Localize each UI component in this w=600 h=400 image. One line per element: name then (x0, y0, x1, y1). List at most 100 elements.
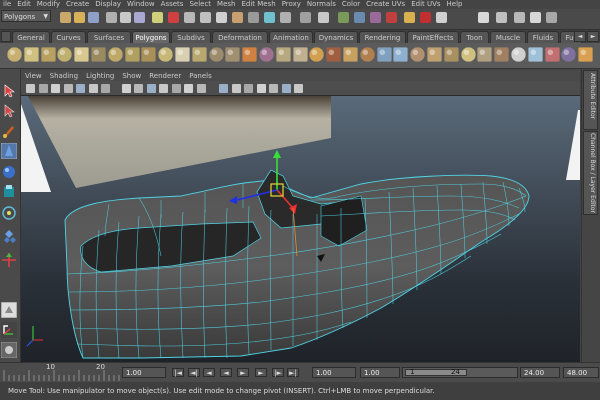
toggle-outliner-icon[interactable] (546, 12, 557, 23)
shelf-tab-rendering[interactable]: Rendering (359, 31, 406, 43)
menu-edit-uvs[interactable]: Edit UVs (408, 0, 443, 9)
split-polygon-icon[interactable] (360, 47, 375, 62)
channel-box-layer-editor-tab[interactable]: Channel Box / Layer Editor (583, 131, 598, 215)
persp-outliner-layout-icon[interactable] (1, 342, 17, 358)
shelf-tab-curves[interactable]: Curves (51, 31, 86, 43)
menu-color[interactable]: Color (339, 0, 363, 9)
shadows-icon[interactable] (244, 84, 253, 93)
menu-create[interactable]: Create (63, 0, 92, 9)
poly-soccer-ball-icon[interactable] (175, 47, 190, 62)
shelf-tab-painteffects[interactable]: PaintEffects (407, 31, 459, 43)
hypershade-icon[interactable] (404, 12, 415, 23)
menu-display[interactable]: Display (92, 0, 124, 9)
mask-icon[interactable] (152, 12, 163, 23)
open-scene-icon[interactable] (74, 12, 85, 23)
menu-window[interactable]: Window (124, 0, 158, 9)
menu-edit[interactable]: Edit (14, 0, 34, 9)
delete-edge-icon[interactable] (494, 47, 509, 62)
construction-history-icon[interactable] (318, 12, 329, 23)
average-vertices-icon[interactable] (292, 47, 308, 62)
textured-icon[interactable] (219, 84, 228, 93)
smooth-icon[interactable] (276, 47, 291, 62)
lock-selection-icon[interactable] (184, 12, 195, 23)
reference-image-plane[interactable] (28, 96, 331, 188)
select-hierarchy-icon[interactable] (106, 12, 117, 23)
four-view-layout-icon[interactable] (1, 322, 17, 338)
toggle-attribute-editor-icon[interactable] (478, 12, 489, 23)
panel-menu-shading[interactable]: Shading (46, 72, 82, 80)
bridge-icon[interactable] (427, 47, 442, 62)
poly-plane-icon[interactable] (74, 47, 89, 62)
play-forwards-icon[interactable]: ► (237, 368, 249, 377)
shelf-tab-dynamics[interactable]: Dynamics (314, 31, 358, 43)
image-plane-icon[interactable] (63, 84, 73, 93)
soft-modification-tool-icon[interactable] (1, 228, 17, 244)
range-slider[interactable]: 1 24 (402, 367, 518, 378)
select-camera-icon[interactable] (26, 84, 35, 93)
collapse-icon[interactable] (477, 47, 493, 62)
range-end-field[interactable]: 24.00 (520, 367, 560, 378)
select-component-icon[interactable] (134, 12, 145, 23)
panel-menu-panels[interactable]: Panels (185, 72, 216, 80)
menu-ile[interactable]: ile (0, 0, 14, 9)
image-plane-right[interactable] (566, 110, 580, 180)
menu-set-select[interactable]: Polygons ▼ (1, 10, 51, 22)
select-points-icon[interactable] (216, 12, 227, 23)
camera-attributes-icon[interactable] (38, 84, 48, 93)
make-hole-icon[interactable] (326, 47, 341, 62)
menu-normals[interactable]: Normals (304, 0, 339, 9)
xray-joints-icon[interactable] (281, 84, 291, 93)
current-time-field[interactable]: 1.00 (122, 367, 166, 378)
render-settings-icon[interactable] (386, 12, 397, 23)
menu-mesh[interactable]: Mesh (214, 0, 238, 9)
go-to-start-icon[interactable]: |◄ (172, 368, 184, 377)
shelf-scroll-left-icon[interactable]: ◄ (574, 31, 586, 42)
manipulator-tool-icon[interactable] (1, 205, 17, 221)
poly-pyramid-icon[interactable] (124, 47, 140, 62)
select-tool-icon[interactable] (1, 83, 17, 99)
bevel-icon[interactable] (444, 47, 459, 62)
poly-prism-icon[interactable] (108, 47, 123, 62)
snap-point-icon[interactable] (264, 12, 275, 23)
poly-pipe-icon[interactable] (141, 47, 157, 62)
panel-menu-view[interactable]: View (21, 72, 46, 80)
make-live-icon[interactable] (300, 12, 311, 23)
wireframe-icon[interactable] (171, 84, 181, 93)
isolate-select-icon[interactable] (256, 84, 266, 93)
select-by-type-icon[interactable] (200, 12, 211, 23)
offset-edge-loop-icon[interactable] (393, 47, 409, 62)
append-polygon-icon[interactable] (343, 47, 358, 62)
save-scene-icon[interactable] (88, 12, 99, 23)
use-all-lights-icon[interactable] (231, 84, 241, 93)
go-to-end-icon[interactable]: ►| (287, 368, 299, 377)
uv-editor-icon[interactable] (511, 47, 526, 62)
panel-menu-renderer[interactable]: Renderer (145, 72, 185, 80)
perspective-viewport[interactable] (21, 96, 580, 362)
animation-end-field[interactable]: 48.00 (563, 367, 599, 378)
snap-grid-icon[interactable] (232, 12, 243, 23)
snap-curve-icon[interactable] (248, 12, 259, 23)
range-start-field[interactable]: 1.00 (312, 367, 356, 378)
grid-icon[interactable] (76, 84, 85, 93)
poly-platonic-icon[interactable] (192, 47, 207, 62)
menu-proxy[interactable]: Proxy (279, 0, 304, 9)
menu-assets[interactable]: Assets (158, 0, 187, 9)
panel-menu-lighting[interactable]: Lighting (82, 72, 118, 80)
rotate-tool-icon[interactable] (1, 164, 17, 180)
field-chart-icon[interactable] (134, 84, 143, 93)
combine-icon[interactable] (208, 47, 224, 62)
select-object-icon[interactable] (120, 12, 131, 23)
shelf-tab-fluids[interactable]: Fluids (527, 31, 559, 43)
paint-select-tool-icon[interactable] (1, 123, 17, 139)
shelf-menu-icon[interactable] (1, 31, 11, 42)
menu-create-uvs[interactable]: Create UVs (363, 0, 408, 9)
menu-help[interactable]: Help (444, 0, 466, 9)
bookmarks-icon[interactable] (51, 84, 60, 93)
poly-cylinder-icon[interactable] (40, 47, 56, 62)
scale-tool-icon[interactable] (1, 184, 17, 200)
y-axis-handle-icon[interactable] (273, 150, 281, 158)
undo-icon[interactable] (420, 12, 431, 23)
safe-action-icon[interactable] (146, 84, 156, 93)
extract-icon[interactable] (242, 47, 257, 62)
film-gate-icon[interactable] (88, 84, 98, 93)
